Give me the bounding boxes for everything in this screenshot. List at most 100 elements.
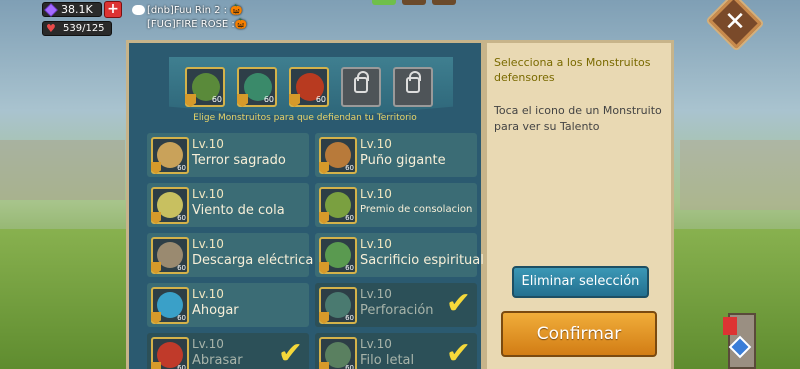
- familiar-portrait[interactable]: 60: [151, 287, 189, 324]
- familiar-level: Lv.10: [360, 237, 392, 251]
- familiar-card[interactable]: 60 Lv.10 Ahogar: [147, 283, 309, 327]
- familiar-card[interactable]: 60 Lv.10 Terror sagrado: [147, 133, 309, 177]
- familiar-card[interactable]: 60 Lv.10 Sacrificio espiritual: [315, 233, 484, 277]
- familiar-skill-name: Abrasar: [192, 353, 243, 368]
- checkmark-icon: ✔: [445, 286, 471, 321]
- rank-badge-icon: [151, 162, 161, 174]
- familiar-skill-name: Filo letal: [360, 353, 415, 368]
- familiar-level: Lv.10: [192, 337, 224, 351]
- familiar-portrait[interactable]: 60: [151, 237, 189, 274]
- familiar-power-level: 60: [177, 314, 186, 322]
- tower-shortcut-icon[interactable]: [720, 305, 764, 369]
- familiar-skill-name: Puño gigante: [360, 153, 446, 168]
- familiar-level: Lv.10: [192, 237, 224, 251]
- rank-badge-icon: [237, 94, 248, 107]
- gem-icon: [44, 3, 58, 17]
- health-counter: ♥ 539/125: [42, 21, 112, 36]
- top-tab-indicator: [402, 0, 426, 5]
- chat-bubble-icon: [132, 5, 145, 15]
- familiar-card[interactable]: 60 Lv.10 Descarga eléctrica: [147, 233, 313, 277]
- familiar-level: Lv.10: [192, 137, 224, 151]
- close-button[interactable]: ✕: [713, 2, 757, 42]
- flag-icon: [723, 317, 737, 335]
- rank-badge-icon: [319, 362, 329, 369]
- heart-icon: ♥: [46, 22, 56, 35]
- side-panel-description: Toca el icono de un Monstruito para ver …: [494, 104, 662, 133]
- familiar-portrait[interactable]: 60: [319, 337, 357, 369]
- familiar-power-level: 60: [345, 364, 354, 369]
- defense-slot-1[interactable]: 60: [185, 67, 225, 107]
- rank-badge-icon: [151, 312, 161, 324]
- familiar-level: Lv.10: [360, 337, 392, 351]
- familiar-portrait[interactable]: 60: [151, 337, 189, 369]
- health-value: 539/125: [63, 23, 105, 34]
- buy-gems-button[interactable]: +: [104, 1, 122, 18]
- familiar-power-level: 60: [345, 164, 354, 172]
- chat-preview[interactable]: [dnb]Fuu Rin 2 : 🎃 [FUG]FIRE ROSE :🎃: [132, 4, 247, 32]
- familiar-portrait[interactable]: 60: [319, 237, 357, 274]
- lock-icon: [354, 71, 369, 93]
- familiar-card[interactable]: 60 Lv.10 Abrasar ✔: [147, 333, 309, 369]
- rank-badge-icon: [151, 212, 161, 224]
- chat-line: [FUG]FIRE ROSE :🎃: [147, 19, 248, 30]
- familiar-level: Lv.10: [360, 287, 392, 301]
- panel-subtitle: Elige Monstruitos para que defiendan tu …: [193, 113, 417, 123]
- familiar-portrait[interactable]: 60: [319, 137, 357, 174]
- familiar-portrait[interactable]: 60: [319, 287, 357, 324]
- rank-badge-icon: [319, 312, 329, 324]
- background-wall-left: [0, 140, 125, 200]
- lock-icon: [406, 71, 421, 93]
- familiar-power-level: 60: [345, 214, 354, 222]
- familiar-card[interactable]: 60 Lv.10 Viento de cola: [147, 183, 309, 227]
- familiar-power-level: 60: [177, 214, 186, 222]
- familiar-card[interactable]: 60 Lv.10 Filo letal ✔: [315, 333, 477, 369]
- familiar-skill-name: Descarga eléctrica: [192, 253, 314, 268]
- rank-badge-icon: [319, 162, 329, 174]
- familiar-card[interactable]: 60 Lv.10 Premio de consolacion: [315, 183, 477, 227]
- rank-badge-icon: [289, 94, 300, 107]
- emoji-icon: 🎃: [234, 19, 248, 30]
- familiar-card[interactable]: 60 Lv.10 Puño gigante: [315, 133, 477, 177]
- familiar-skill-name: Ahogar: [192, 303, 239, 318]
- familiar-portrait[interactable]: 60: [151, 137, 189, 174]
- familiar-power-level: 60: [345, 264, 354, 272]
- familiar-selection-panel: 60 60 60 Elige Monstruitos para que defi…: [126, 40, 484, 369]
- familiar-power-level: 60: [177, 364, 186, 369]
- checkmark-icon: ✔: [445, 336, 471, 369]
- familiar-power-level: 60: [177, 164, 186, 172]
- familiar-card[interactable]: 60 Lv.10 Perforación ✔: [315, 283, 477, 327]
- top-tab-indicator: [372, 0, 396, 5]
- familiar-portrait[interactable]: 60: [151, 187, 189, 224]
- familiar-power-level: 60: [345, 314, 354, 322]
- familiar-skill-name: Sacrificio espiritual: [360, 253, 484, 268]
- gem-count: 38.1K: [61, 3, 93, 16]
- familiar-level: Lv.10: [192, 287, 224, 301]
- familiar-skill-name: Viento de cola: [192, 203, 285, 218]
- familiar-power-level: 60: [177, 264, 186, 272]
- emoji-icon: 🎃: [230, 5, 243, 16]
- familiar-skill-name: Perforación: [360, 303, 434, 318]
- familiar-level: Lv.10: [192, 187, 224, 201]
- gem-counter: 38.1K: [42, 2, 102, 17]
- side-panel-title: Selecciona a los Monstruitos defensores: [494, 56, 651, 84]
- info-side-panel: Selecciona a los Monstruitos defensores …: [484, 40, 674, 369]
- rank-badge-icon: [151, 362, 161, 369]
- clear-selection-button[interactable]: Eliminar selección: [512, 266, 649, 298]
- checkmark-icon: ✔: [277, 336, 303, 369]
- rank-badge-icon: [185, 94, 196, 107]
- familiar-portrait[interactable]: 60: [319, 187, 357, 224]
- top-tab-indicator: [432, 0, 456, 5]
- defense-slot-2[interactable]: 60: [237, 67, 277, 107]
- defense-slot-3[interactable]: 60: [289, 67, 329, 107]
- defense-slot-4[interactable]: [341, 67, 381, 107]
- familiar-level: Lv.10: [360, 137, 392, 151]
- rank-badge-icon: [151, 262, 161, 274]
- familiar-skill-name: Terror sagrado: [192, 153, 286, 168]
- background-wall-right: [680, 140, 800, 210]
- familiar-level: Lv.10: [360, 187, 392, 201]
- familiar-skill-name: Premio de consolacion: [360, 204, 473, 215]
- defense-slot-5[interactable]: [393, 67, 433, 107]
- confirm-button[interactable]: Confirmar: [501, 311, 657, 357]
- rank-badge-icon: [319, 262, 329, 274]
- rank-badge-icon: [319, 212, 329, 224]
